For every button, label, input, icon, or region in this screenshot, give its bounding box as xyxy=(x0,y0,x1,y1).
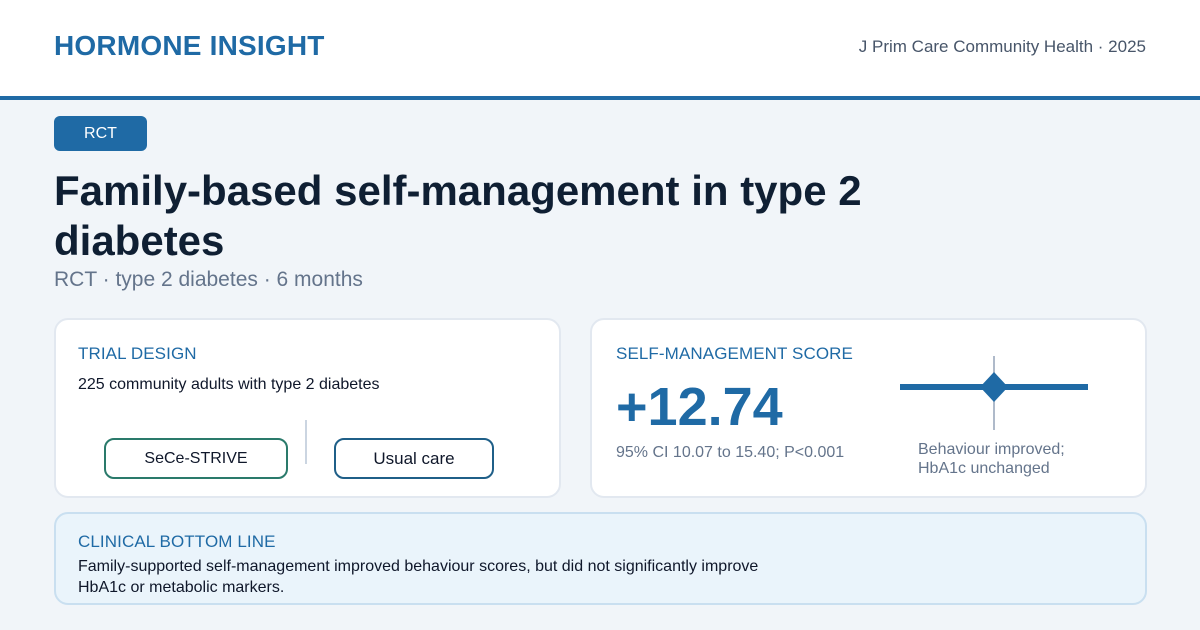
forest-plot-icon xyxy=(900,356,1088,430)
effect-estimate: +12.74 xyxy=(616,377,783,437)
page-title: Family-based self-management in type 2 d… xyxy=(54,167,862,264)
brand-name: HORMONE INSIGHT xyxy=(54,30,325,61)
trial-design-card: TRIAL DESIGN 225 community adults with t… xyxy=(54,318,561,498)
score-label: SELF-MANAGEMENT SCORE xyxy=(616,344,853,363)
control-arm: Usual care xyxy=(334,438,494,479)
point-estimate-diamond xyxy=(980,372,1008,402)
bottom-line-text: Family-supported self-management improve… xyxy=(78,558,759,596)
journal-citation: J Prim Care Community Health · 2025 xyxy=(858,37,1146,56)
result-note: Behaviour improved; HbA1c unchanged xyxy=(918,440,1118,478)
confidence-interval: 95% CI 10.07 to 15.40; P<0.001 xyxy=(616,444,845,461)
intervention-arm: SeCe-STRIVE xyxy=(104,438,288,479)
trial-design-label: TRIAL DESIGN xyxy=(78,344,197,363)
result-note-line-2: HbA1c unchanged xyxy=(918,460,1050,477)
arm-divider xyxy=(305,420,307,464)
page-subtitle: RCT · type 2 diabetes · 6 months xyxy=(54,268,363,291)
study-type-badge: RCT xyxy=(54,116,147,151)
header-bar: HORMONE INSIGHT J Prim Care Community He… xyxy=(0,0,1200,100)
clinical-bottom-line-card: CLINICAL BOTTOM LINE Family-supported se… xyxy=(54,512,1147,605)
result-note-line-1: Behaviour improved; xyxy=(918,441,1065,458)
self-management-score-card: SELF-MANAGEMENT SCORE +12.74 95% CI 10.0… xyxy=(590,318,1147,498)
population-description: 225 community adults with type 2 diabete… xyxy=(78,376,380,393)
bottom-line-label: CLINICAL BOTTOM LINE xyxy=(78,532,276,551)
